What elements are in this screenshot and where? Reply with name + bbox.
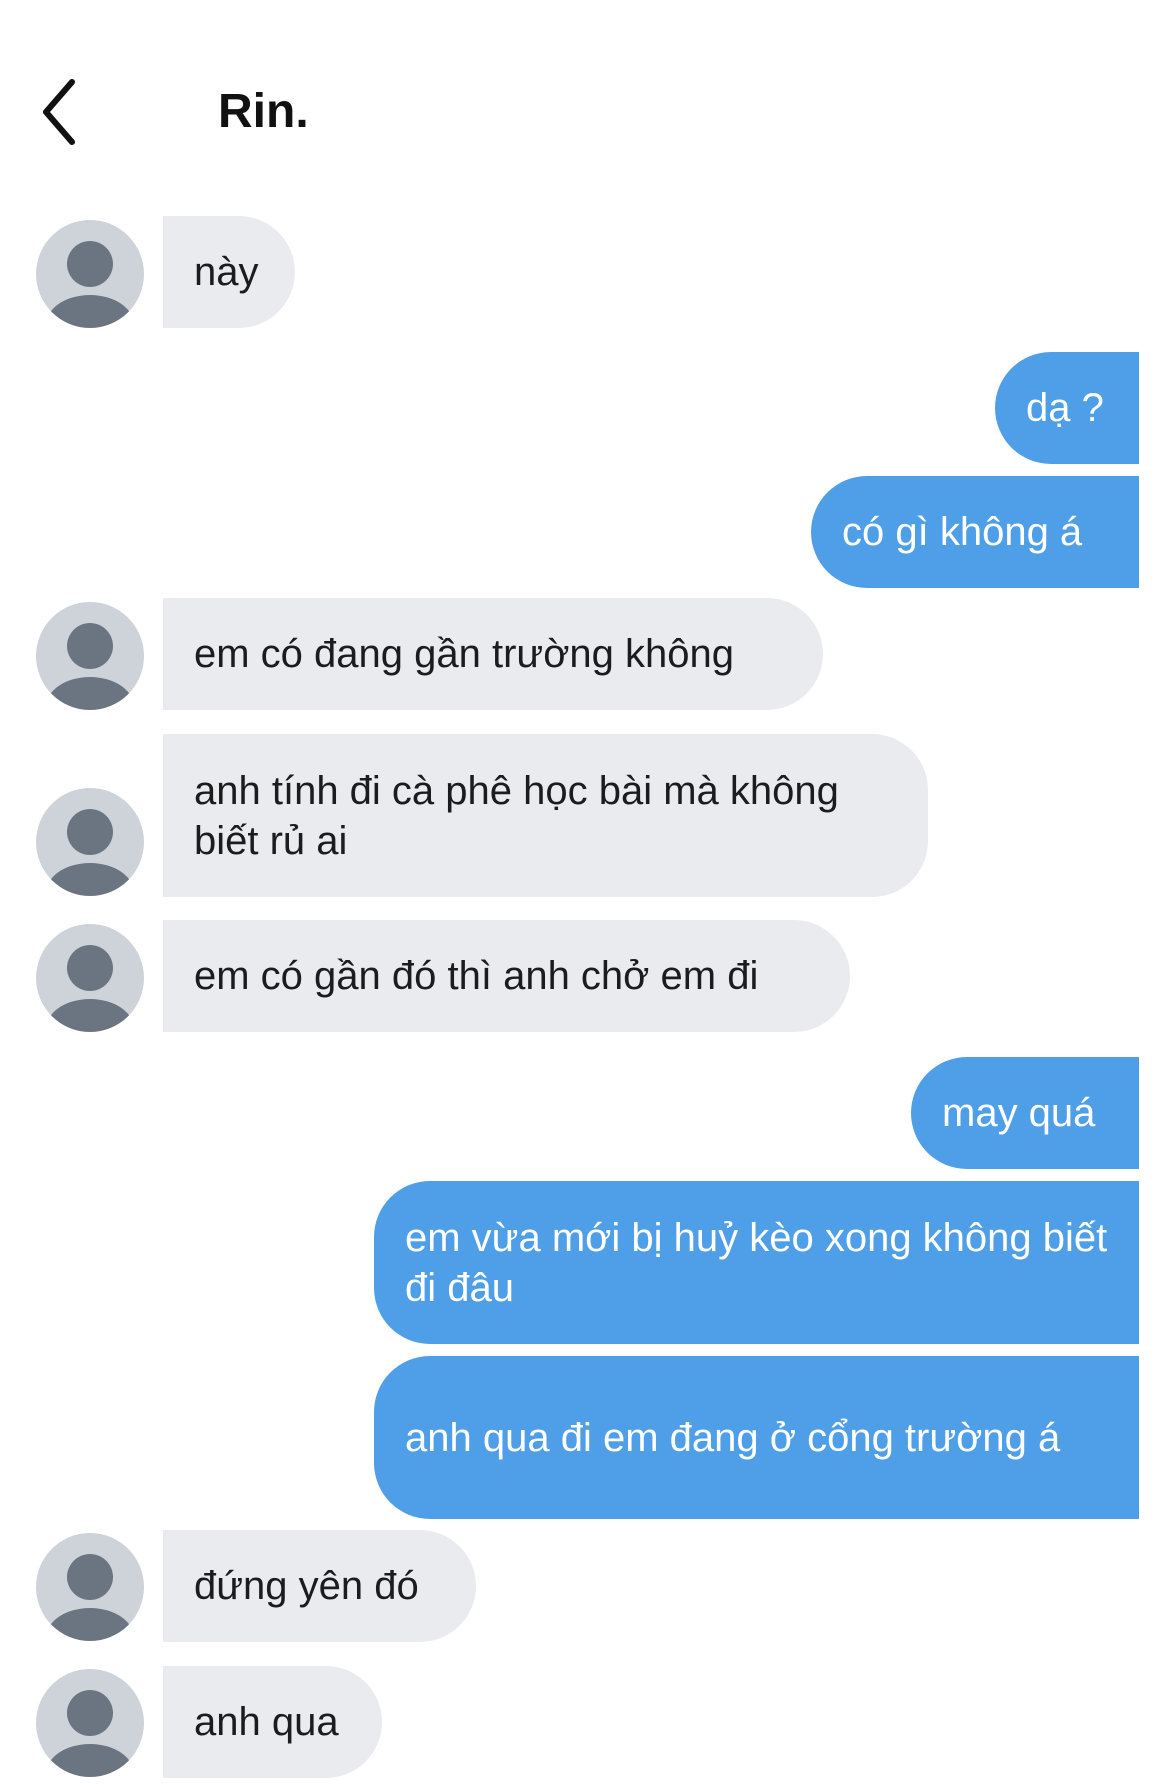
avatar[interactable] — [36, 1669, 144, 1777]
outgoing-message[interactable]: dạ ? — [995, 352, 1139, 464]
avatar[interactable] — [36, 602, 144, 710]
incoming-message[interactable]: anh qua — [163, 1666, 382, 1778]
avatar[interactable] — [36, 1533, 144, 1641]
avatar[interactable] — [36, 220, 144, 328]
contact-name[interactable]: Rin. — [218, 82, 309, 142]
back-button[interactable] — [38, 72, 98, 152]
avatar[interactable] — [36, 788, 144, 896]
incoming-message[interactable]: anh tính đi cà phê học bài mà không biết… — [163, 734, 928, 897]
incoming-message[interactable]: em có đang gần trường không — [163, 598, 823, 710]
chat-header: Rin. — [0, 0, 1170, 190]
avatar[interactable] — [36, 924, 144, 1032]
outgoing-message[interactable]: may quá — [911, 1057, 1139, 1169]
outgoing-message[interactable]: anh qua đi em đang ở cổng trường á — [374, 1356, 1139, 1519]
incoming-message[interactable]: này — [163, 216, 295, 328]
chevron-left-icon — [43, 79, 75, 145]
outgoing-message[interactable]: có gì không á — [811, 476, 1139, 588]
outgoing-message[interactable]: em vừa mới bị huỷ kèo xong không biết đi… — [374, 1181, 1139, 1344]
incoming-message[interactable]: đứng yên đó — [163, 1530, 476, 1642]
incoming-message[interactable]: em có gần đó thì anh chở em đi — [163, 920, 850, 1032]
